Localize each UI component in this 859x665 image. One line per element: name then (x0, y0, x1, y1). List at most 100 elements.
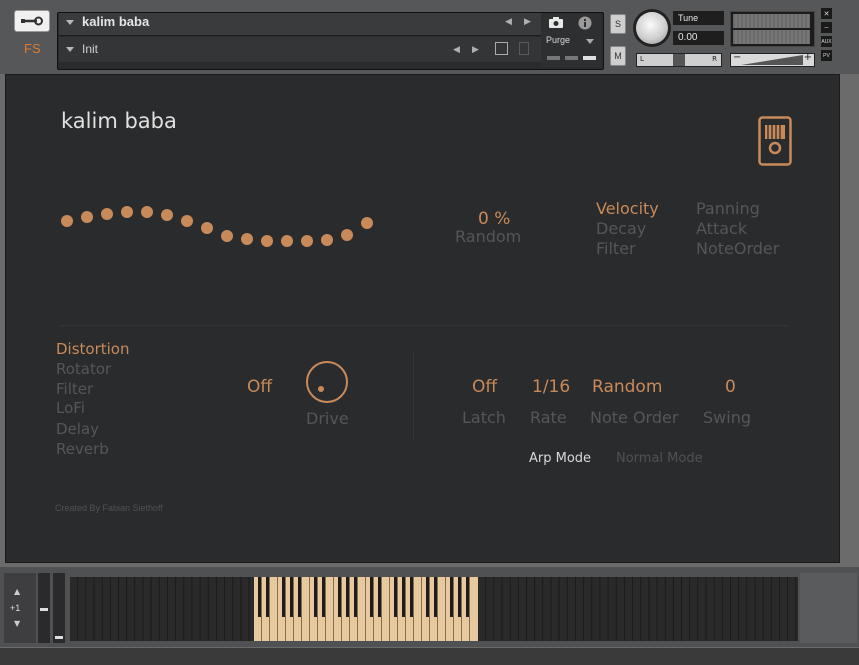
rate-label: Rate (530, 408, 567, 427)
latch-value[interactable]: Off (472, 377, 497, 397)
latch-label: Latch (462, 408, 506, 427)
pitch-wheel[interactable] (38, 573, 50, 643)
volume-ramp-icon (741, 55, 803, 65)
swing-value[interactable]: 0 (725, 377, 736, 397)
curve-step-dot[interactable] (281, 235, 293, 247)
purge-menu-arrow-icon[interactable] (586, 39, 594, 44)
volume-plus-label: + (803, 52, 812, 63)
camera-icon[interactable] (548, 16, 564, 28)
tune-label: Tune (673, 11, 724, 25)
instrument-name[interactable]: kalim baba (82, 14, 149, 29)
target-velocity[interactable]: Velocity (596, 199, 659, 218)
level-meter-right (733, 30, 810, 44)
close-button[interactable]: ✕ (821, 8, 832, 19)
effect-delay[interactable]: Delay (56, 420, 99, 438)
wrench-icon (21, 16, 43, 26)
aux-button[interactable]: AUX (821, 36, 832, 47)
credit-text: Created By Fabian Siethoff (55, 503, 163, 513)
preset-menu-arrow-icon[interactable] (66, 47, 74, 52)
arp-divider (413, 352, 414, 440)
curve-step-dot[interactable] (181, 215, 193, 227)
target-filter[interactable]: Filter (596, 239, 636, 258)
curve-step-dot[interactable] (121, 206, 133, 218)
pan-right-label: R (712, 55, 717, 63)
purge-button[interactable]: Purge (546, 35, 570, 45)
pitch-wheel-handle (40, 608, 48, 611)
fs-label[interactable]: FS (24, 41, 41, 56)
target-noteorder[interactable]: NoteOrder (696, 239, 779, 258)
curve-step-dot[interactable] (261, 235, 273, 247)
volume-slider[interactable]: − + (730, 52, 815, 67)
next-preset-icon[interactable]: ▶ (472, 45, 479, 55)
rate-value[interactable]: 1/16 (532, 377, 570, 397)
curve-step-dot[interactable] (321, 234, 333, 246)
pv-button[interactable]: PV (821, 50, 832, 61)
preset-name[interactable]: Init (82, 42, 98, 56)
purge-indicator-2 (565, 56, 578, 60)
note-order-label: Note Order (590, 408, 679, 427)
purge-indicator-3 (583, 56, 596, 60)
preset-row (59, 37, 541, 62)
pan-slider[interactable]: L R (636, 53, 722, 67)
effect-toggle[interactable]: Off (247, 377, 272, 397)
pan-left-label: L (640, 55, 644, 63)
curve-step-dot[interactable] (341, 229, 353, 241)
pan-handle[interactable] (673, 54, 685, 66)
effect-rotator[interactable]: Rotator (56, 360, 111, 378)
note-order-value[interactable]: Random (592, 377, 662, 397)
wrench-button[interactable] (14, 10, 50, 32)
curve-step-dot[interactable] (81, 211, 93, 223)
effect-distortion[interactable]: Distortion (56, 340, 130, 358)
octave-value: +1 (10, 603, 21, 613)
mod-wheel[interactable] (53, 573, 65, 643)
volume-minus-label: − (733, 52, 742, 63)
tune-knob[interactable] (636, 12, 668, 44)
minimize-button[interactable]: – (821, 22, 832, 33)
instrument-title: kalim baba (61, 109, 177, 133)
swing-label: Swing (703, 408, 751, 427)
target-attack[interactable]: Attack (696, 219, 747, 238)
section-divider (60, 325, 788, 326)
curve-step-dot[interactable] (361, 217, 373, 229)
octave-down-icon[interactable]: ▼ (14, 619, 20, 628)
level-meter-left (733, 14, 810, 28)
curve-step-dot[interactable] (141, 206, 153, 218)
target-panning[interactable]: Panning (696, 199, 760, 218)
tune-value[interactable]: 0.00 (673, 31, 724, 45)
arp-mode-button[interactable]: Arp Mode (529, 451, 591, 466)
curve-step-dot[interactable] (201, 222, 213, 234)
effect-lofi[interactable]: LoFi (56, 399, 85, 417)
save-preset-icon[interactable] (495, 42, 508, 55)
curve-step-dot[interactable] (221, 230, 233, 242)
kalimba-icon (758, 116, 792, 166)
curve-step-dot[interactable] (161, 209, 173, 221)
instrument-menu-arrow-icon[interactable] (66, 20, 74, 25)
target-decay[interactable]: Decay (596, 219, 646, 238)
random-label: Random (455, 227, 522, 246)
drive-knob[interactable] (306, 361, 348, 403)
info-icon[interactable] (578, 16, 592, 30)
curve-step-dot[interactable] (241, 233, 253, 245)
mod-wheel-handle (55, 636, 63, 639)
prev-preset-icon[interactable]: ◀ (453, 45, 460, 55)
prev-instrument-icon[interactable]: ◀ (505, 17, 512, 27)
purge-indicator-1 (547, 56, 560, 60)
curve-step-dot[interactable] (61, 215, 73, 227)
curve-step-dot[interactable] (301, 235, 313, 247)
drive-label: Drive (306, 409, 349, 428)
curve-step-dot[interactable] (101, 208, 113, 220)
instrument-panel (5, 74, 840, 563)
effect-filter[interactable]: Filter (56, 380, 93, 398)
octave-up-icon[interactable]: ▲ (14, 587, 20, 596)
keyboard-keys[interactable] (70, 577, 798, 641)
next-instrument-icon[interactable]: ▶ (524, 17, 531, 27)
delete-preset-icon[interactable] (519, 42, 529, 55)
normal-mode-button[interactable]: Normal Mode (616, 451, 703, 466)
keyboard-right-panel (800, 573, 857, 643)
solo-button[interactable]: S (610, 14, 626, 34)
mute-button[interactable]: M (610, 46, 626, 66)
random-value[interactable]: 0 % (478, 209, 510, 229)
piano-keyboard[interactable] (70, 577, 798, 641)
effect-reverb[interactable]: Reverb (56, 440, 109, 458)
status-bar (0, 648, 859, 665)
